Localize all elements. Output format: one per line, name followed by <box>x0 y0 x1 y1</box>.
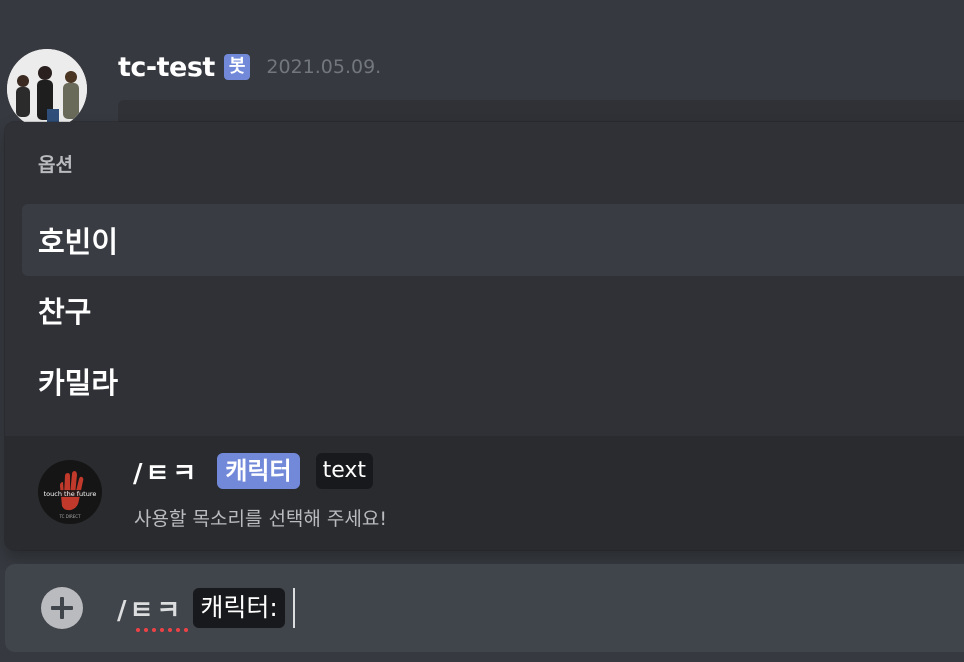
spellcheck-underline <box>136 627 188 632</box>
param-chip[interactable]: text <box>315 453 374 489</box>
autocomplete-popup: 옵션 호빈이 찬구 카밀라 touch the future TC DIRECT… <box>5 122 964 550</box>
svg-text:touch the future: touch the future <box>44 490 97 498</box>
popup-title: 옵션 <box>38 154 73 176</box>
svg-text:TC DIRECT: TC DIRECT <box>58 514 81 519</box>
option-label: 호빈이 <box>38 225 119 259</box>
plus-icon <box>51 597 73 619</box>
option-label: 찬구 <box>38 295 92 329</box>
text-caret <box>292 588 295 628</box>
timestamp: 2021.05.09. <box>266 56 382 78</box>
option-item[interactable]: 카밀라 <box>22 345 964 417</box>
active-param-chip[interactable]: 캐릭터 <box>217 453 300 489</box>
avatar[interactable] <box>7 49 87 129</box>
username[interactable]: tc-test <box>118 52 215 83</box>
chat-input[interactable]: /ㅌㅋ 캐릭터: <box>5 564 964 652</box>
bot-badge: 봇 <box>223 54 251 80</box>
command-info: touch the future TC DIRECT /ㅌㅋ 캐릭터 text … <box>5 436 964 550</box>
command-name: /ㅌㅋ <box>133 458 200 489</box>
input-param-chip[interactable]: 캐릭터: <box>193 588 285 628</box>
bot-app-icon: touch the future TC DIRECT <box>38 460 102 524</box>
bot-message: tc-test 봇 2021.05.09. <box>0 0 964 144</box>
command-description: 사용할 목소리를 선택해 주세요! <box>134 508 387 530</box>
add-attachment-button[interactable] <box>41 587 83 629</box>
option-label: 카밀라 <box>38 366 119 400</box>
option-item[interactable]: 호빈이 <box>22 204 964 276</box>
option-item[interactable]: 찬구 <box>22 274 964 346</box>
input-command-text: /ㅌㅋ <box>117 590 188 632</box>
